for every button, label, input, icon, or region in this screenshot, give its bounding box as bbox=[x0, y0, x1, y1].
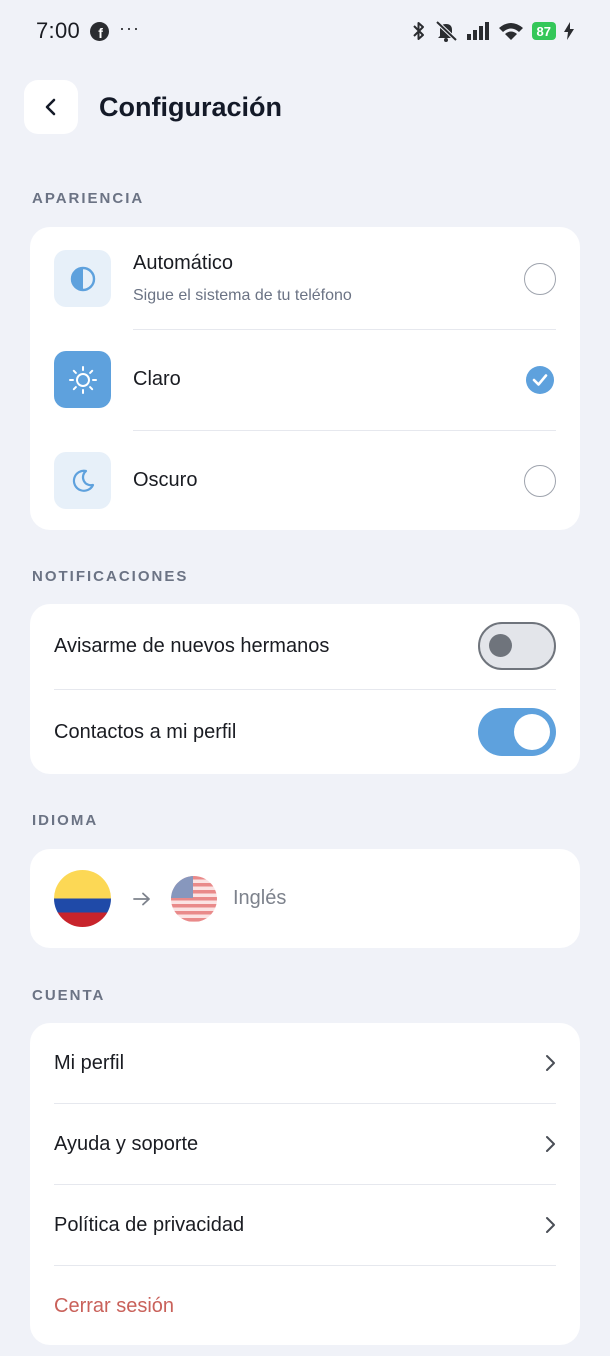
status-bar-left: 7:00 f ··· bbox=[36, 18, 140, 44]
notifications-card: Avisarme de nuevos hermanos Contactos a … bbox=[30, 604, 580, 774]
moon-icon bbox=[54, 452, 111, 509]
charging-icon bbox=[564, 22, 574, 40]
account-item-label: Ayuda y soporte bbox=[54, 1132, 199, 1155]
status-time: 7:00 bbox=[36, 18, 81, 43]
theme-title: Automático bbox=[133, 252, 234, 274]
theme-option-light[interactable]: Claro bbox=[54, 351, 556, 408]
notification-label: Contactos a mi perfil bbox=[54, 720, 237, 743]
divider bbox=[54, 689, 556, 690]
theme-subtitle: Sigue el sistema de tu teléfono bbox=[133, 287, 352, 304]
usa-flag-icon bbox=[171, 875, 217, 922]
divider bbox=[133, 329, 556, 330]
logout-label: Cerrar sesión bbox=[54, 1294, 175, 1317]
bluetooth-icon bbox=[412, 22, 424, 40]
status-bar: 7:00 f ··· 87 bbox=[0, 0, 610, 62]
header: Configuración bbox=[24, 80, 584, 134]
battery-icon: 87 bbox=[531, 22, 556, 40]
account-card: Mi perfil Ayuda y soporte Política de pr… bbox=[30, 1023, 580, 1345]
mute-icon bbox=[435, 20, 457, 42]
section-label-appearance: APARIENCIA bbox=[32, 190, 145, 207]
back-button[interactable] bbox=[24, 80, 78, 134]
language-target: Inglés bbox=[233, 887, 287, 909]
checkmark-icon bbox=[532, 373, 548, 386]
divider bbox=[133, 430, 556, 431]
account-item-label: Mi perfil bbox=[54, 1051, 125, 1074]
half-circle-icon bbox=[54, 250, 111, 307]
wifi-icon bbox=[498, 23, 523, 40]
theme-title: Oscuro bbox=[133, 469, 198, 491]
chevron-right-icon bbox=[546, 1136, 555, 1152]
section-label-notifications: NOTIFICACIONES bbox=[32, 568, 189, 585]
toggle-profile-contacts[interactable] bbox=[478, 708, 556, 756]
arrow-right-icon bbox=[133, 892, 150, 905]
chevron-left-icon bbox=[45, 98, 56, 116]
notification-row-profile-contacts: Contactos a mi perfil bbox=[54, 708, 556, 756]
notification-label: Avisarme de nuevos hermanos bbox=[54, 634, 330, 657]
account-item-label: Política de privacidad bbox=[54, 1213, 245, 1236]
section-label-account: CUENTA bbox=[32, 987, 106, 1004]
facebook-icon: f bbox=[90, 21, 110, 41]
account-item-profile[interactable]: Mi perfil bbox=[54, 1023, 556, 1103]
radio-dark[interactable] bbox=[524, 464, 556, 497]
toggle-new-siblings[interactable] bbox=[478, 622, 556, 670]
page-title: Configuración bbox=[99, 91, 282, 122]
language-row[interactable]: Inglés bbox=[54, 870, 556, 927]
colombia-flag-icon bbox=[54, 870, 111, 927]
logout-button[interactable]: Cerrar sesión bbox=[54, 1266, 556, 1346]
radio-light-checked[interactable] bbox=[526, 365, 554, 394]
chevron-right-icon bbox=[546, 1217, 555, 1233]
status-bar-right: 87 bbox=[412, 20, 574, 42]
theme-option-automatic[interactable]: Automático Sigue el sistema de tu teléfo… bbox=[54, 250, 556, 307]
theme-option-dark[interactable]: Oscuro bbox=[54, 452, 556, 509]
notification-row-new-siblings: Avisarme de nuevos hermanos bbox=[54, 622, 556, 670]
signal-icon bbox=[466, 22, 489, 40]
account-item-support[interactable]: Ayuda y soporte bbox=[54, 1104, 556, 1184]
section-label-language: IDIOMA bbox=[32, 812, 99, 829]
language-card[interactable]: Inglés bbox=[30, 849, 580, 948]
theme-title: Claro bbox=[133, 368, 181, 390]
appearance-card: Automático Sigue el sistema de tu teléfo… bbox=[30, 227, 580, 530]
radio-automatic[interactable] bbox=[524, 262, 556, 295]
account-item-privacy[interactable]: Política de privacidad bbox=[54, 1185, 556, 1265]
status-more: ··· bbox=[119, 17, 141, 38]
chevron-right-icon bbox=[546, 1055, 555, 1071]
sun-icon bbox=[54, 351, 111, 408]
